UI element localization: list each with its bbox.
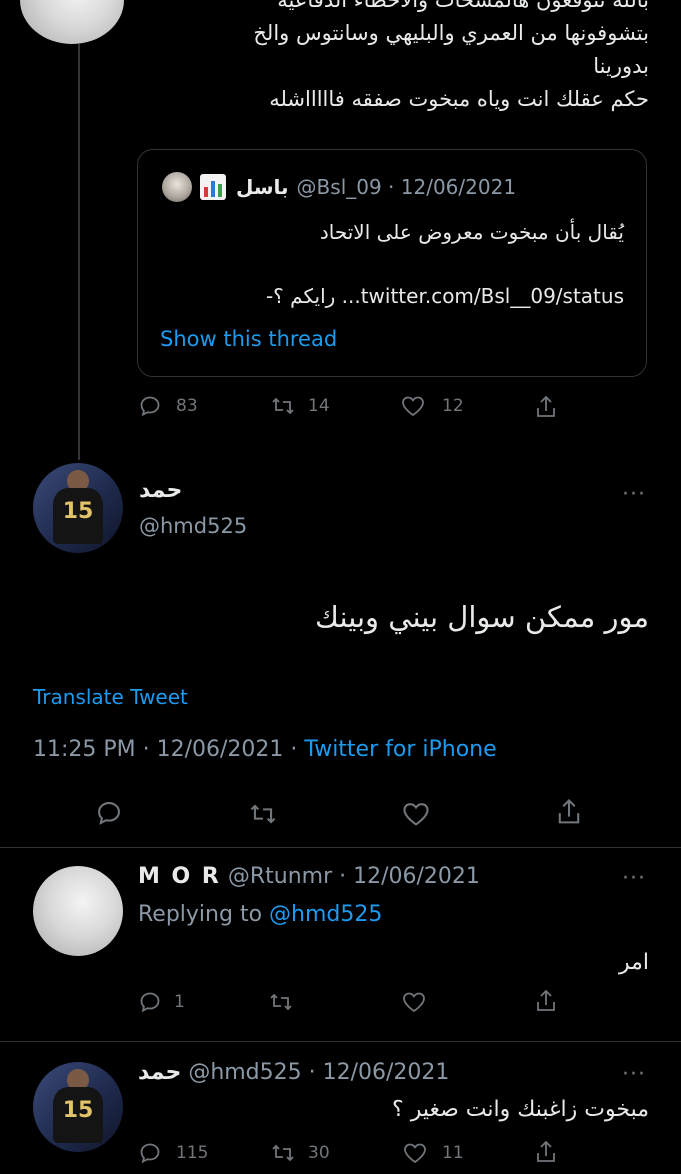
quote-handle-date: @Bsl_09 · 12/06/2021	[296, 175, 517, 199]
tweet-text: بالله تتوقعون هالمسحات والاخطاء الدفاعيه…	[129, 0, 649, 116]
reply-icon	[140, 992, 160, 1013]
avatar[interactable]	[33, 866, 123, 956]
share-icon	[537, 1140, 555, 1162]
chart-emoji-icon	[200, 174, 226, 200]
replying-to-handle[interactable]: @hmd525	[269, 902, 382, 927]
tweet-line: بتشوفونها من العمري والبليهي وسانتوس وال…	[253, 21, 649, 45]
divider	[0, 847, 681, 848]
retweet-icon	[250, 804, 276, 824]
reply-icon	[140, 1143, 160, 1164]
reply-button[interactable]: 115	[138, 1141, 208, 1165]
like-button[interactable]	[401, 800, 431, 828]
reply-count: 115	[176, 1143, 209, 1163]
quoted-tweet[interactable]: باسل @Bsl_09 · 12/06/2021 يُقال بأن مبخو…	[137, 149, 647, 377]
avatar[interactable]: 15	[33, 1062, 123, 1152]
more-options-icon[interactable]: ···	[622, 482, 646, 507]
share-button[interactable]	[534, 988, 558, 1014]
tweet-line: حكم عقلك انت وياه مبخوت صفقه فاااااشله	[269, 87, 649, 111]
retweet-icon	[270, 993, 292, 1011]
divider	[0, 1041, 681, 1042]
tweet-text: مور ممكن سوال بيني وبينك	[315, 600, 649, 634]
thread-line	[78, 44, 80, 460]
share-button[interactable]	[534, 1139, 558, 1165]
retweet-button[interactable]	[248, 800, 278, 828]
reply-button[interactable]: 83	[138, 394, 198, 418]
retweet-icon	[272, 1144, 294, 1162]
reply-header: حمد @hmd525 · 12/06/2021	[138, 1060, 449, 1085]
tweet-timestamp: 11:25 PM · 12/06/2021 · Twitter for iPho…	[33, 737, 497, 762]
tweet-line: بدورينا	[593, 54, 649, 78]
share-icon	[537, 989, 555, 1011]
translate-tweet-link[interactable]: Translate Tweet	[33, 685, 188, 709]
like-button[interactable]	[401, 990, 427, 1014]
quote-text: يُقال بأن مبخوت معروض على الاتحاد	[319, 220, 624, 244]
reply-icon	[98, 802, 120, 825]
avatar[interactable]	[162, 172, 192, 202]
author-name[interactable]: حمد	[138, 1060, 181, 1085]
tweet-source[interactable]: Twitter for iPhone	[304, 737, 496, 762]
reply-header: M O R @Rtunmr · 12/06/2021	[138, 864, 480, 889]
heart-icon	[403, 992, 425, 1013]
quote-link-line: -رايكم ؟ ...twitter.com/Bsl__09/status	[265, 284, 624, 308]
like-count: 11	[442, 1143, 464, 1163]
more-options-icon[interactable]: ···	[622, 866, 646, 891]
share-button[interactable]	[555, 797, 583, 827]
retweet-button[interactable]: 14	[270, 394, 330, 418]
share-icon	[558, 798, 580, 824]
avatar-jersey-number: 15	[62, 1098, 94, 1123]
quote-author-name: باسل	[236, 175, 289, 199]
show-thread-link[interactable]: Show this thread	[160, 327, 337, 351]
like-button[interactable]: 11	[402, 1141, 464, 1165]
like-count: 12	[442, 396, 464, 416]
heart-icon	[403, 803, 429, 826]
time-date[interactable]: 11:25 PM · 12/06/2021 ·	[33, 737, 304, 762]
retweet-button[interactable]: 30	[270, 1141, 330, 1165]
avatar[interactable]	[20, 0, 124, 44]
author-handle[interactable]: @hmd525	[139, 514, 247, 538]
heart-icon	[402, 396, 424, 417]
heart-icon	[404, 1143, 426, 1164]
author-name[interactable]: M O R	[138, 864, 221, 889]
like-button[interactable]: 12	[400, 394, 464, 418]
reply-count: 1	[174, 992, 185, 1012]
retweet-count: 14	[308, 396, 330, 416]
retweet-icon	[272, 397, 294, 415]
reply-button[interactable]	[95, 799, 123, 827]
tweet-line: بالله تتوقعون هالمسحات والاخطاء الدفاعيه	[277, 0, 649, 12]
share-icon	[537, 395, 555, 417]
handle-date[interactable]: @Rtunmr · 12/06/2021	[228, 864, 480, 889]
replying-to: Replying to @hmd525	[138, 902, 383, 927]
avatar-jersey-number: 15	[62, 499, 94, 524]
more-options-icon[interactable]: ···	[622, 1062, 646, 1087]
reply-button[interactable]: 1	[138, 990, 185, 1014]
retweet-button[interactable]	[268, 990, 294, 1014]
tweet-text: امر	[618, 950, 649, 975]
reply-icon	[140, 396, 160, 417]
handle-date[interactable]: @hmd525 · 12/06/2021	[188, 1060, 449, 1085]
retweet-count: 30	[308, 1143, 330, 1163]
reply-count: 83	[176, 396, 198, 416]
tweet-text: مبخوت زاغبنك وانت صغير ؟	[392, 1097, 649, 1122]
quote-header: باسل @Bsl_09 · 12/06/2021	[162, 172, 516, 202]
avatar[interactable]: 15	[33, 463, 123, 553]
author-name[interactable]: حمد	[139, 478, 182, 503]
share-button[interactable]	[534, 394, 558, 420]
